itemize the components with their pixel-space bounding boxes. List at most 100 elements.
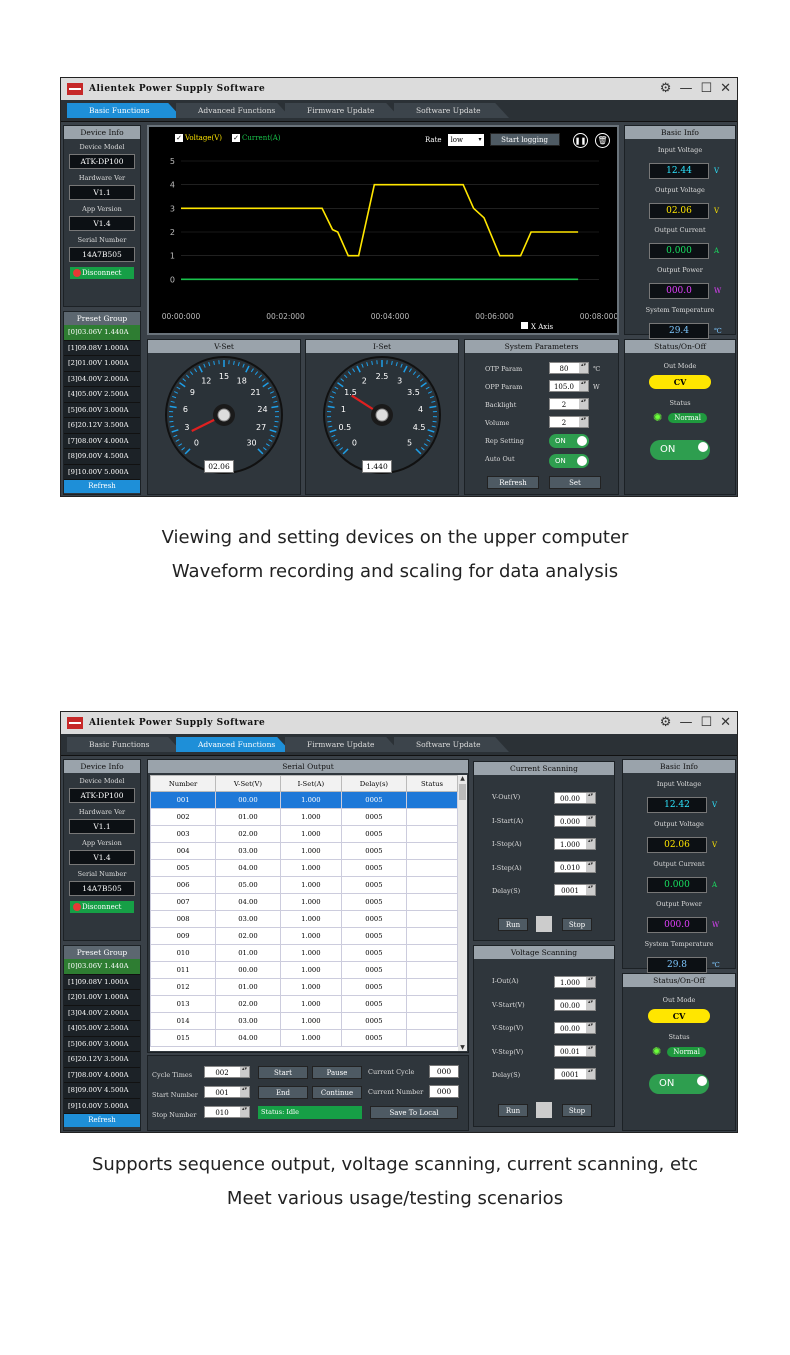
preset-item[interactable]: [0]03.06V 1.440A bbox=[64, 959, 140, 975]
tab-basic-functions[interactable]: Basic Functions bbox=[67, 103, 182, 118]
preset-item[interactable]: [8]09.00V 4.500A bbox=[64, 449, 140, 465]
close-icon[interactable]: ✕ bbox=[720, 715, 731, 730]
params-set-button[interactable]: Set bbox=[549, 476, 601, 489]
table-row[interactable]: 007 04.00 1.000 0005 bbox=[150, 893, 458, 911]
output-on-off-toggle[interactable]: ON bbox=[649, 1074, 709, 1094]
scroll-thumb[interactable] bbox=[459, 784, 466, 800]
preset-item[interactable]: [3]04.00V 2.000A bbox=[64, 371, 140, 387]
save-to-local-button[interactable]: Save To Local bbox=[370, 1106, 458, 1119]
i-stop-stepper[interactable]: 1.000 bbox=[554, 838, 596, 850]
v-start-stepper[interactable]: 00.00 bbox=[554, 999, 596, 1011]
settings-icon[interactable]: ⚙ bbox=[660, 715, 672, 730]
maximize-icon[interactable]: ☐ bbox=[700, 81, 712, 96]
table-row[interactable]: 008 03.00 1.000 0005 bbox=[150, 910, 458, 928]
tab-software-update[interactable]: Software Update bbox=[394, 737, 509, 752]
v-stop-stepper[interactable]: 00.00 bbox=[554, 1022, 596, 1034]
stop-number-stepper[interactable]: 010 bbox=[204, 1106, 250, 1118]
backlight-stepper[interactable]: 2 bbox=[549, 398, 589, 410]
preset-refresh-button[interactable]: Refresh bbox=[64, 480, 140, 493]
table-row[interactable]: 013 02.00 1.000 0005 bbox=[150, 995, 458, 1013]
preset-item[interactable]: [4]05.00V 2.500A bbox=[64, 387, 140, 403]
minimize-icon[interactable]: — bbox=[679, 81, 692, 96]
v-step-stepper[interactable]: 00.01 bbox=[554, 1045, 596, 1057]
preset-item[interactable]: [4]05.00V 2.500A bbox=[64, 1021, 140, 1037]
maximize-icon[interactable]: ☐ bbox=[700, 715, 712, 730]
col-header[interactable]: Number bbox=[150, 775, 217, 792]
disconnect-button[interactable]: Disconnect bbox=[70, 901, 134, 913]
i-start-stepper[interactable]: 0.000 bbox=[554, 815, 596, 827]
table-row[interactable]: 006 05.00 1.000 0005 bbox=[150, 876, 458, 894]
rep-setting-toggle[interactable]: ON bbox=[549, 434, 589, 448]
v-out-stepper[interactable]: 00.00 bbox=[554, 792, 596, 804]
table-row[interactable]: 015 04.00 1.000 0005 bbox=[150, 1029, 458, 1047]
table-row[interactable]: 002 01.00 1.000 0005 bbox=[150, 808, 458, 826]
table-row[interactable]: 010 01.00 1.000 0005 bbox=[150, 944, 458, 962]
delay-stepper[interactable]: 0001 bbox=[554, 1068, 596, 1080]
tab-firmware-update[interactable]: Firmware Update bbox=[285, 737, 400, 752]
table-row[interactable]: 003 02.00 1.000 0005 bbox=[150, 825, 458, 843]
col-header[interactable]: Status bbox=[405, 775, 458, 792]
tab-firmware-update[interactable]: Firmware Update bbox=[285, 103, 400, 118]
v-step-label: V-Step(V) bbox=[492, 1047, 524, 1056]
params-refresh-button[interactable]: Refresh bbox=[487, 476, 539, 489]
output-on-off-toggle[interactable]: ON bbox=[650, 440, 710, 460]
close-icon[interactable]: ✕ bbox=[720, 81, 731, 96]
preset-item[interactable]: [2]01.00V 1.000A bbox=[64, 990, 140, 1006]
table-row[interactable]: 004 03.00 1.000 0005 bbox=[150, 842, 458, 860]
cycle-times-stepper[interactable]: 002 bbox=[204, 1066, 250, 1078]
table-row[interactable]: 009 02.00 1.000 0005 bbox=[150, 927, 458, 945]
preset-item[interactable]: [9]10.00V 5.000A bbox=[64, 1098, 140, 1114]
preset-item[interactable]: [1]09.08V 1.000A bbox=[64, 974, 140, 990]
preset-item[interactable]: [0]03.06V 1.440A bbox=[64, 325, 140, 341]
col-header[interactable]: Delay(s) bbox=[340, 775, 407, 792]
sequence-end-button[interactable]: End bbox=[258, 1086, 308, 1099]
table-row[interactable]: 001 00.00 1.000 0005 bbox=[150, 791, 458, 809]
preset-item[interactable]: [5]06.00V 3.000A bbox=[64, 402, 140, 418]
v-set-value[interactable]: 02.06 bbox=[204, 460, 234, 473]
tab-advanced-functions[interactable]: Advanced Functions bbox=[176, 737, 291, 752]
volume-stepper[interactable]: 2 bbox=[549, 416, 589, 428]
preset-item[interactable]: [7]08.00V 4.000A bbox=[64, 1067, 140, 1083]
current-scan-stop-button[interactable]: Stop bbox=[562, 918, 592, 931]
preset-item[interactable]: [1]09.08V 1.000A bbox=[64, 340, 140, 356]
start-number-stepper[interactable]: 001 bbox=[204, 1086, 250, 1098]
col-header[interactable]: I-Set(A) bbox=[279, 775, 342, 792]
scroll-up-icon[interactable]: ▲ bbox=[458, 775, 467, 782]
preset-item[interactable]: [9]10.00V 5.000A bbox=[64, 464, 140, 480]
i-step-stepper[interactable]: 0.010 bbox=[554, 861, 596, 873]
table-row[interactable]: 005 04.00 1.000 0005 bbox=[150, 859, 458, 877]
preset-item[interactable]: [7]08.00V 4.000A bbox=[64, 433, 140, 449]
table-scrollbar[interactable]: ▲ ▼ bbox=[458, 775, 467, 1051]
current-scan-run-button[interactable]: Run bbox=[498, 918, 528, 931]
table-row[interactable]: 014 03.00 1.000 0005 bbox=[150, 1012, 458, 1030]
table-row[interactable]: 011 00.00 1.000 0005 bbox=[150, 961, 458, 979]
x-axis-checkbox[interactable] bbox=[521, 322, 528, 329]
preset-refresh-button[interactable]: Refresh bbox=[64, 1114, 140, 1127]
tab-software-update[interactable]: Software Update bbox=[394, 103, 509, 118]
i-out-stepper[interactable]: 1.000 bbox=[554, 976, 596, 988]
i-set-value[interactable]: 1.440 bbox=[362, 460, 392, 473]
tab-advanced-functions[interactable]: Advanced Functions bbox=[176, 103, 291, 118]
sequence-pause-button[interactable]: Pause bbox=[312, 1066, 362, 1079]
minimize-icon[interactable]: — bbox=[679, 715, 692, 730]
tab-basic-functions[interactable]: Basic Functions bbox=[67, 737, 182, 752]
preset-item[interactable]: [3]04.00V 2.000A bbox=[64, 1005, 140, 1021]
preset-item[interactable]: [5]06.00V 3.000A bbox=[64, 1036, 140, 1052]
table-row[interactable]: 012 01.00 1.000 0005 bbox=[150, 978, 458, 996]
otp-stepper[interactable]: 80 bbox=[549, 362, 589, 374]
preset-item[interactable]: [2]01.00V 1.000A bbox=[64, 356, 140, 372]
sequence-start-button[interactable]: Start bbox=[258, 1066, 308, 1079]
opp-stepper[interactable]: 105.0 bbox=[549, 380, 589, 392]
scroll-down-icon[interactable]: ▼ bbox=[458, 1044, 467, 1051]
sequence-continue-button[interactable]: Continue bbox=[312, 1086, 362, 1099]
col-header[interactable]: V-Set(V) bbox=[215, 775, 281, 792]
settings-icon[interactable]: ⚙ bbox=[660, 81, 672, 96]
preset-item[interactable]: [6]20.12V 3.500A bbox=[64, 1052, 140, 1068]
preset-item[interactable]: [8]09.00V 4.500A bbox=[64, 1083, 140, 1099]
voltage-scan-run-button[interactable]: Run bbox=[498, 1104, 528, 1117]
voltage-scan-stop-button[interactable]: Stop bbox=[562, 1104, 592, 1117]
disconnect-button[interactable]: Disconnect bbox=[70, 267, 134, 279]
delay-stepper[interactable]: 0001 bbox=[554, 884, 596, 896]
preset-item[interactable]: [6]20.12V 3.500A bbox=[64, 418, 140, 434]
auto-out-toggle[interactable]: ON bbox=[549, 454, 589, 468]
